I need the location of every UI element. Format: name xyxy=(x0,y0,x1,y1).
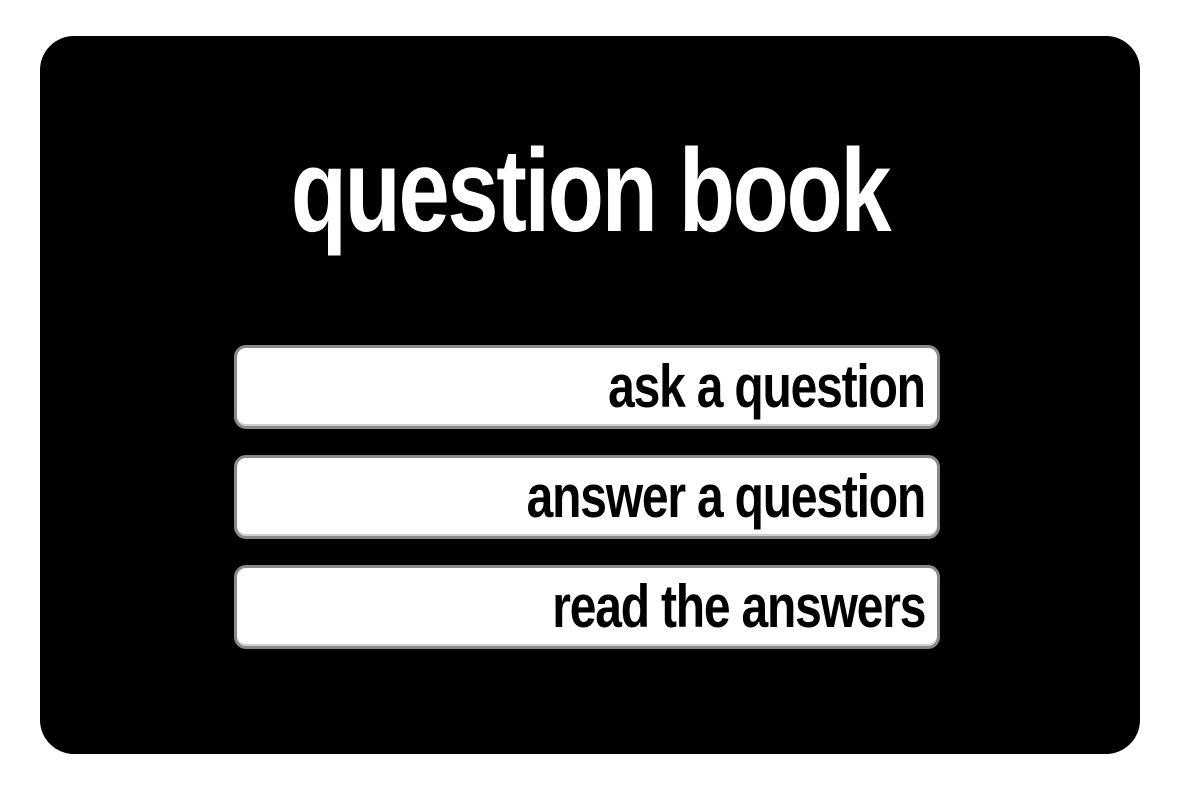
read-answers-label: read the answers xyxy=(552,573,926,640)
read-answers-button[interactable]: read the answers xyxy=(234,565,940,649)
ask-question-label: ask a question xyxy=(608,353,926,420)
answer-question-label: answer a question xyxy=(526,463,927,530)
ask-question-button[interactable]: ask a question xyxy=(234,345,940,429)
main-card: question book ask a question answer a qu… xyxy=(40,36,1140,754)
page-title: question book xyxy=(290,125,892,257)
answer-question-button[interactable]: answer a question xyxy=(234,455,940,539)
